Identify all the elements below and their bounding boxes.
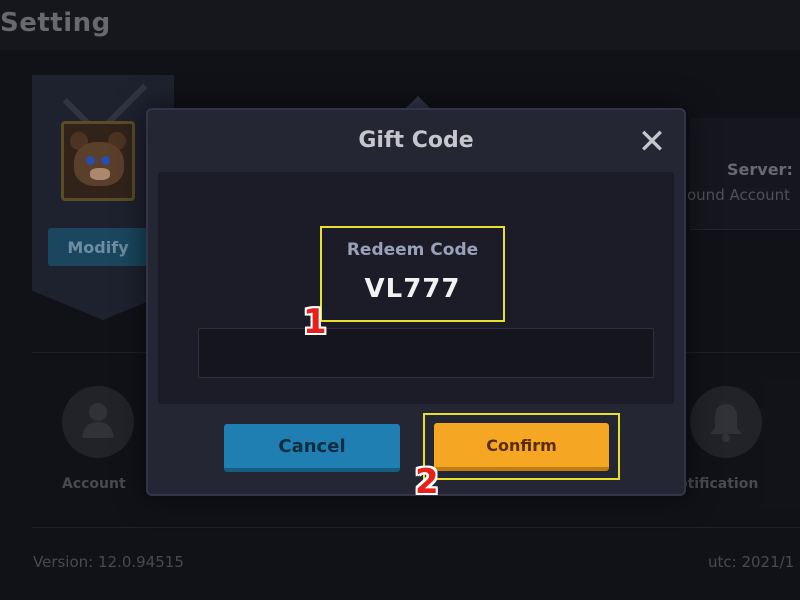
redeem-code-label: Redeem Code: [346, 240, 479, 260]
redeem-code-highlight: Redeem Code VL777: [320, 226, 505, 322]
cancel-button[interactable]: Cancel: [224, 424, 400, 472]
close-icon[interactable]: ✕: [636, 125, 668, 159]
step-1-marker: 1: [303, 302, 327, 342]
redeem-code-value[interactable]: VL777: [322, 274, 503, 304]
step-2-marker: 2: [415, 462, 439, 502]
dialog-notch: [406, 96, 430, 108]
dialog-title: Gift Code: [358, 128, 474, 153]
confirm-highlight: [423, 413, 620, 480]
redeem-code-input[interactable]: [198, 328, 654, 378]
